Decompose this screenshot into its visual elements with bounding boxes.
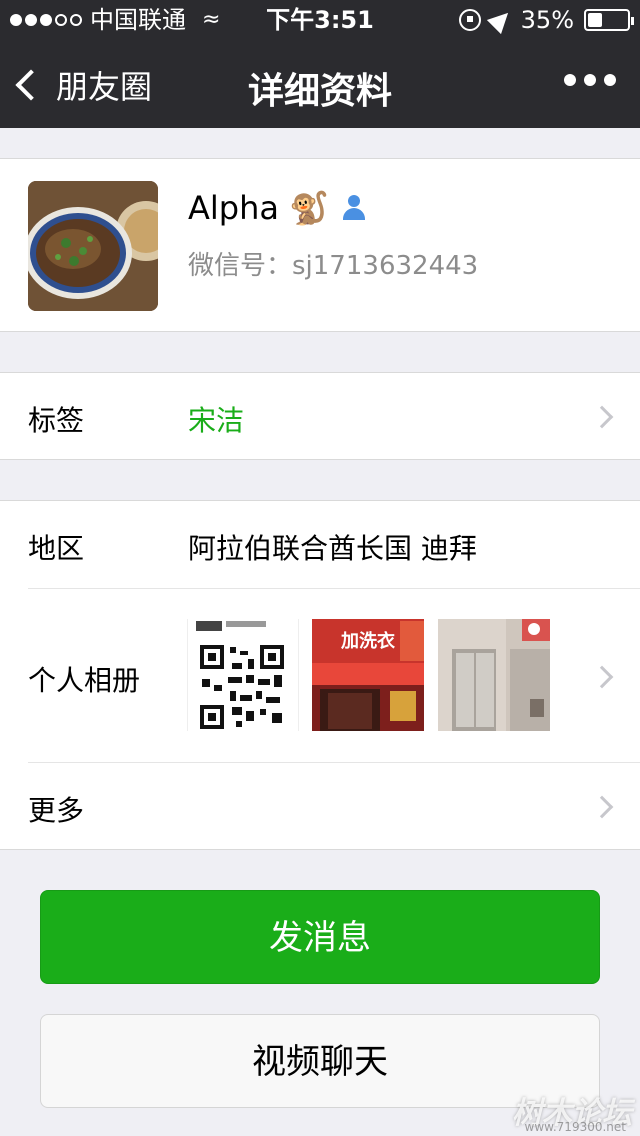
rotation-lock-icon xyxy=(458,9,481,31)
dot-icon xyxy=(604,74,616,86)
battery-icon xyxy=(584,9,634,31)
dot-icon xyxy=(564,74,576,86)
watermark-url: www.719300.net xyxy=(524,1120,626,1134)
region-label: 地区 xyxy=(28,532,85,565)
album-thumbnail-storefront[interactable] xyxy=(438,619,550,731)
more-label: 更多 xyxy=(28,794,85,827)
status-bar: 中国联通 ≈ 下午3:51 35% xyxy=(0,0,640,40)
album-thumbnail-shop[interactable]: 加洗衣 xyxy=(312,619,424,731)
person-icon xyxy=(339,193,369,223)
tags-value: 宋洁 xyxy=(188,404,245,437)
page-title: 详细资料 xyxy=(247,71,392,112)
region-value: 阿拉伯联合酋长国 迪拜 xyxy=(188,532,477,565)
monkey-emoji-icon: 🐒 xyxy=(288,189,329,227)
profile-card: Alpha 🐒 微信号：sj1713632443 xyxy=(0,158,640,332)
info-card: 地区 阿拉伯联合酋长国 迪拜 个人相册 加洗衣 更多 xyxy=(0,500,640,850)
name-row: Alpha 🐒 xyxy=(188,189,369,227)
chevron-right-icon xyxy=(590,665,614,689)
tags-row[interactable]: 标签 宋洁 xyxy=(0,372,640,460)
more-options-button[interactable] xyxy=(564,74,616,86)
profile-name: Alpha xyxy=(188,189,279,227)
navigation-bar: 朋友圈 详细资料 xyxy=(0,40,640,128)
storefront-image xyxy=(438,619,550,731)
avatar[interactable] xyxy=(28,181,158,311)
divider xyxy=(28,762,640,763)
location-arrow-icon xyxy=(486,5,515,35)
chevron-right-icon xyxy=(590,795,614,819)
album-thumbnail-qr[interactable] xyxy=(187,619,299,731)
send-message-button[interactable]: 发消息 xyxy=(40,890,600,984)
dot-icon xyxy=(584,74,596,86)
avatar-food-image xyxy=(28,181,158,311)
wechat-id: 微信号：sj1713632443 xyxy=(188,251,479,281)
chevron-right-icon xyxy=(590,405,614,429)
battery-percent: 35% xyxy=(520,6,574,34)
album-label: 个人相册 xyxy=(28,664,141,697)
divider xyxy=(28,588,640,589)
top-bar: 中国联通 ≈ 下午3:51 35% 朋友圈 详细资料 xyxy=(0,0,640,128)
qr-code-image xyxy=(188,619,298,731)
status-right: 35% xyxy=(458,0,634,40)
shop-sign-text: 加洗衣 xyxy=(341,631,395,652)
tags-label: 标签 xyxy=(28,404,85,437)
